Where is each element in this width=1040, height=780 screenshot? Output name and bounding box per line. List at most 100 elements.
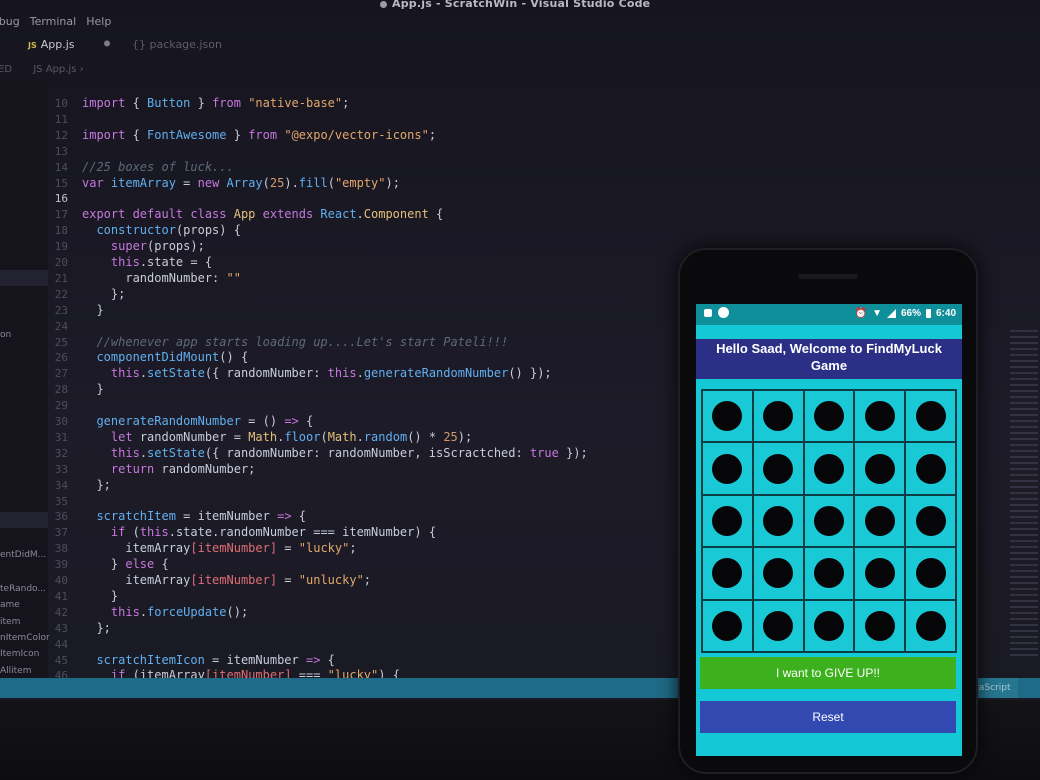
code-token: ({ randomNumber: randomNumber, isScractc…	[204, 445, 530, 460]
luck-box[interactable]	[803, 599, 855, 652]
circle-icon	[712, 610, 743, 641]
code-line[interactable]: 15 var itemArray = new Array(25).fill("em…	[36, 176, 400, 191]
menu-terminal[interactable]: Terminal	[30, 15, 77, 28]
code-line[interactable]: 33 return randomNumber;	[36, 462, 256, 477]
luck-box[interactable]	[854, 599, 906, 652]
give-up-button[interactable]: I want to GIVE UP!!	[700, 657, 956, 689]
luck-box[interactable]	[905, 494, 956, 548]
code-line[interactable]: 21 randomNumber: ""	[36, 271, 241, 286]
luck-box[interactable]	[905, 547, 956, 600]
code-token: =>	[277, 509, 292, 524]
code-line[interactable]: 11	[36, 112, 82, 127]
minimap[interactable]	[1010, 330, 1038, 660]
code-line[interactable]: 44	[36, 637, 82, 652]
luck-box[interactable]	[752, 547, 804, 600]
luck-box[interactable]	[803, 547, 855, 600]
luck-box[interactable]	[702, 390, 753, 443]
code-token: "native-base"	[248, 96, 343, 110]
code-line[interactable]: 41 }	[36, 589, 118, 604]
code-line[interactable]: 13	[36, 144, 82, 159]
tab-package-json[interactable]: {} package.json	[132, 38, 222, 51]
tab-app-js[interactable]: JS App.js	[28, 38, 75, 51]
breadcrumb-item[interactable]: JS App.js ›	[33, 64, 83, 75]
code-line[interactable]: 37 if (this.state.randomNumber === itemN…	[36, 525, 436, 540]
line-number: 37	[54, 526, 68, 540]
code-line[interactable]: 42 this.forceUpdate();	[36, 605, 248, 620]
luck-box[interactable]	[702, 442, 753, 495]
code-line[interactable]: 34 };	[36, 478, 111, 493]
code-line[interactable]: 43 };	[36, 621, 111, 636]
luck-box[interactable]	[702, 599, 753, 652]
circle-icon	[864, 505, 895, 536]
code-line[interactable]: 25 //whenever app starts loading up....L…	[36, 335, 509, 350]
code-token: React	[320, 207, 357, 222]
luck-box[interactable]	[803, 390, 855, 443]
code-line[interactable]: 10 import { Button } from "native-base";	[36, 96, 350, 111]
line-number: 42	[54, 605, 68, 619]
code-line[interactable]: 32 this.setState({ randomNumber: randomN…	[36, 446, 588, 461]
code-line[interactable]: 31 let randomNumber = Math.floor(Math.ra…	[36, 430, 472, 445]
menu-debug[interactable]: ebug	[0, 15, 20, 28]
code-line[interactable]: 30 generateRandomNumber = () => {	[36, 414, 313, 429]
code-line[interactable]: 39 } else {	[36, 557, 169, 572]
code-line[interactable]: 12 import { FontAwesome } from "@expo/vec…	[36, 128, 436, 143]
unsaved-dot-icon	[380, 0, 387, 8]
code-line[interactable]: 26 componentDidMount() {	[36, 350, 248, 365]
luck-box[interactable]	[752, 494, 804, 548]
luck-box[interactable]	[803, 494, 855, 548]
circle-icon	[915, 453, 946, 484]
code-token: forceUpdate	[147, 604, 227, 619]
code-token: FontAwesome	[147, 127, 227, 142]
code-line[interactable]: 24	[36, 319, 82, 334]
breadcrumb-item[interactable]: ED	[0, 64, 12, 75]
code-line[interactable]: 22 };	[36, 287, 126, 302]
code-token: ();	[226, 604, 249, 619]
line-number: 12	[54, 128, 68, 142]
code-line[interactable]: 18 constructor(props) {	[36, 223, 241, 238]
code-line[interactable]: 35	[36, 494, 82, 509]
menu-bar: ebug Terminal Help	[0, 15, 111, 28]
line-number: 41	[54, 589, 68, 603]
android-status-bar: ⏰ ▼ 66% 6:40	[696, 304, 962, 325]
code-token: ;	[342, 96, 350, 110]
luck-box[interactable]	[905, 442, 956, 495]
code-line[interactable]: 36 scratchItem = itemNumber => {	[36, 509, 306, 524]
code-token: }	[82, 557, 126, 572]
luck-box[interactable]	[752, 442, 804, 495]
luck-box[interactable]	[905, 599, 956, 652]
circle-icon	[813, 558, 844, 589]
code-line[interactable]: 19 super(props);	[36, 239, 205, 254]
line-number: 35	[54, 494, 68, 508]
circle-icon	[712, 453, 743, 484]
code-token: randomNumber =	[139, 429, 249, 444]
code-line[interactable]: 20 this.state = {	[36, 255, 212, 270]
luck-box[interactable]	[854, 442, 906, 495]
code-line[interactable]: 16	[36, 191, 82, 206]
luck-box[interactable]	[905, 390, 956, 443]
code-line[interactable]: 28 }	[36, 382, 104, 397]
menu-help[interactable]: Help	[86, 15, 111, 28]
luck-box[interactable]	[752, 599, 804, 652]
code-line[interactable]: 27 this.setState({ randomNumber: this.ge…	[36, 366, 552, 381]
code-line[interactable]: 23 }	[36, 303, 104, 318]
code-line[interactable]: 40 itemArray[itemNumber] = "unlucky";	[36, 573, 371, 588]
luck-box[interactable]	[803, 442, 855, 495]
luck-box[interactable]	[752, 390, 804, 443]
code-line[interactable]: 14 //25 boxes of luck...	[36, 160, 234, 175]
luck-box[interactable]	[854, 547, 906, 600]
circle-icon	[763, 453, 794, 484]
close-icon[interactable]: ●	[104, 38, 110, 49]
code-line[interactable]: 17 export default class App extends React…	[36, 207, 444, 222]
reset-button[interactable]: Reset	[700, 701, 956, 733]
code-line[interactable]: 29	[36, 398, 82, 413]
code-line[interactable]: 38 itemArray[itemNumber] = "lucky";	[36, 541, 357, 556]
code-line[interactable]: 45 scratchItemIcon = itemNumber => {	[36, 653, 335, 668]
luck-box[interactable]	[854, 494, 906, 548]
code-token: {	[428, 207, 444, 222]
code-token: }	[82, 302, 104, 317]
luck-box[interactable]	[702, 547, 753, 600]
luck-box[interactable]	[854, 390, 906, 443]
circle-icon	[763, 401, 794, 432]
luck-box[interactable]	[702, 494, 753, 548]
